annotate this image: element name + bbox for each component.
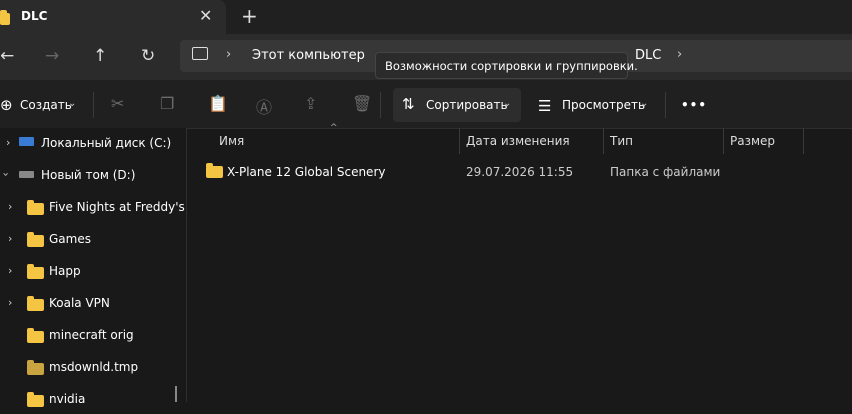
- share-icon[interactable]: ⇪: [304, 94, 317, 113]
- sidebar-scrollbar[interactable]: [175, 386, 177, 402]
- sidebar-item-fnaf[interactable]: › Five Nights at Freddy's: [0, 192, 186, 222]
- file-type: Папка с файлами: [610, 165, 721, 179]
- paste-icon[interactable]: 📋: [208, 94, 228, 113]
- chevron-right-icon[interactable]: ›: [8, 296, 12, 309]
- delete-icon[interactable]: 🗑: [352, 94, 372, 113]
- divider: [665, 92, 666, 118]
- chevron-down-icon: ⌄: [68, 98, 77, 109]
- file-name: X-Plane 12 Global Scenery: [227, 165, 386, 179]
- sidebar-item-label: nvidia: [49, 392, 86, 406]
- folder-icon: [27, 200, 44, 215]
- chevron-right-icon[interactable]: ›: [6, 136, 10, 149]
- refresh-icon[interactable]: ↻: [141, 46, 155, 66]
- column-divider[interactable]: [803, 128, 804, 154]
- folder-icon: [27, 392, 44, 407]
- column-header-name[interactable]: Имя: [219, 134, 244, 148]
- view-button[interactable]: Просмотреть: [562, 98, 645, 112]
- chevron-right-icon[interactable]: ›: [8, 264, 12, 277]
- sort-tooltip: Возможности сортировки и группировки.: [375, 52, 638, 79]
- sidebar-item-label: Локальный диск (C:): [41, 136, 172, 150]
- chevron-down-icon: ⌄: [503, 98, 512, 109]
- arrow-right-icon[interactable]: →: [45, 46, 59, 66]
- sidebar-item-msdownld[interactable]: msdownld.tmp: [0, 352, 186, 382]
- sidebar-item-koala-vpn[interactable]: › Koala VPN: [0, 288, 186, 318]
- divider: [93, 92, 94, 118]
- sidebar-item-label: Koala VPN: [49, 296, 110, 310]
- chevron-right-icon[interactable]: ›: [8, 232, 12, 245]
- breadcrumb-dlc[interactable]: DLC: [635, 48, 661, 63]
- folder-icon: [27, 232, 44, 247]
- sort-label: Сортировать: [426, 98, 508, 112]
- chevron-right-icon[interactable]: ›: [8, 200, 12, 213]
- folder-icon: [27, 328, 44, 343]
- sidebar-item-happ[interactable]: › Happ: [0, 256, 186, 286]
- column-header-type[interactable]: Тип: [610, 134, 633, 148]
- sidebar-item-label: Happ: [49, 264, 81, 278]
- sidebar-item-minecraft-orig[interactable]: minecraft orig: [0, 320, 186, 350]
- drive-icon: [19, 137, 34, 146]
- chevron-down-icon[interactable]: ›: [0, 172, 13, 176]
- computer-icon: [192, 47, 208, 60]
- create-button[interactable]: Создать: [20, 98, 72, 112]
- file-date: 29.07.2026 11:55: [466, 165, 574, 179]
- sidebar-item-label: Games: [49, 232, 91, 246]
- folder-icon: [0, 10, 10, 25]
- drive-icon: [19, 171, 34, 178]
- rename-icon[interactable]: Ⓐ: [256, 94, 272, 118]
- breadcrumb-this-pc[interactable]: Этот компьютер: [252, 48, 365, 63]
- chevron-right-icon[interactable]: ›: [226, 47, 231, 62]
- sort-ascending-icon: ^: [330, 123, 338, 133]
- chevron-down-icon: ⌄: [640, 98, 649, 109]
- column-divider[interactable]: [603, 128, 604, 154]
- column-divider[interactable]: [459, 128, 460, 154]
- tab-title: DLC: [21, 9, 48, 23]
- folder-icon: [27, 264, 44, 279]
- sidebar-item-label: Новый том (D:): [41, 168, 136, 182]
- sidebar-item-drive-d[interactable]: › Новый том (D:): [0, 160, 186, 190]
- view-icon: ☰: [538, 97, 552, 115]
- column-divider[interactable]: [723, 128, 724, 154]
- sidebar-item-label: msdownld.tmp: [49, 360, 139, 374]
- more-options-button[interactable]: •••: [681, 98, 707, 112]
- arrow-left-icon[interactable]: ←: [0, 46, 14, 66]
- divider: [380, 92, 381, 118]
- column-header-date[interactable]: Дата изменения: [466, 134, 570, 148]
- column-header-size[interactable]: Размер: [730, 134, 775, 148]
- sidebar-item-label: minecraft orig: [49, 328, 134, 342]
- sidebar-item-drive-c[interactable]: › Локальный диск (C:): [0, 128, 186, 158]
- arrow-up-icon[interactable]: ↑: [93, 46, 107, 66]
- folder-icon: [27, 360, 44, 375]
- folder-icon: [27, 296, 44, 311]
- sidebar-item-label: Five Nights at Freddy's: [49, 200, 185, 214]
- folder-icon: [206, 163, 223, 178]
- sidebar-item-games[interactable]: › Games: [0, 224, 186, 254]
- cut-icon[interactable]: ✂: [111, 94, 124, 113]
- sidebar-item-nvidia[interactable]: nvidia: [0, 384, 186, 414]
- sort-icon: ⇅: [402, 95, 415, 113]
- plus-icon[interactable]: +: [241, 4, 258, 28]
- copy-icon[interactable]: ❐: [160, 94, 174, 113]
- chevron-right-icon[interactable]: ›: [677, 47, 682, 62]
- tooltip-text: Возможности сортировки и группировки.: [385, 59, 638, 73]
- close-icon[interactable]: ✕: [199, 6, 212, 25]
- plus-circle-icon: ⊕: [0, 96, 13, 114]
